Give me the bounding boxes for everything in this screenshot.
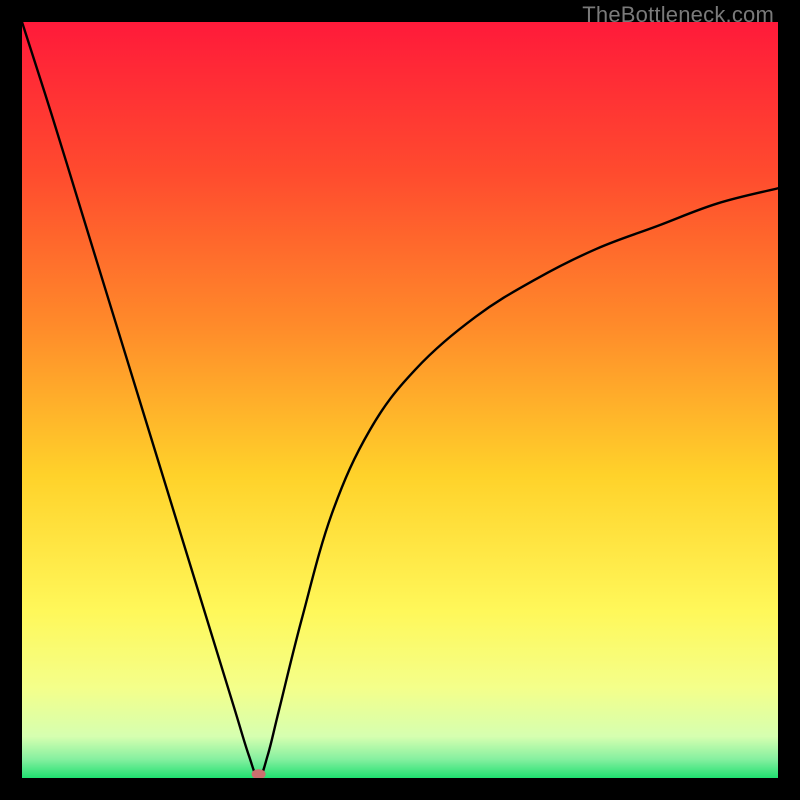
chart-background: [22, 22, 778, 778]
chart-svg: [22, 22, 778, 778]
chart-frame: [22, 22, 778, 778]
